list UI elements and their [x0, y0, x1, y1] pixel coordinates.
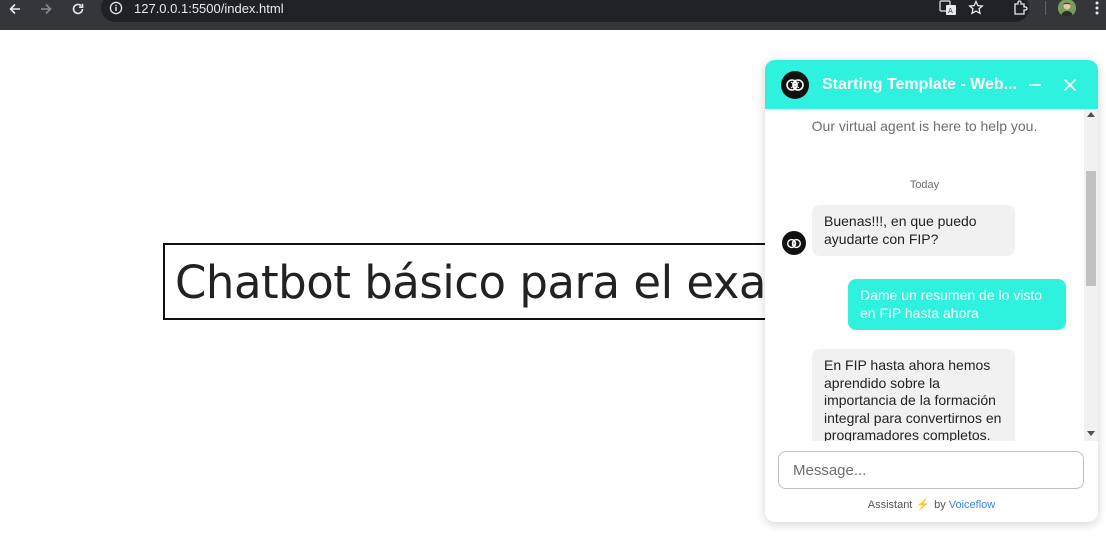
chat-footer: Assistant⚡by Voiceflow [765, 441, 1098, 522]
scroll-up-arrow-icon[interactable] [1087, 112, 1095, 117]
browser-menu-icon[interactable] [1094, 0, 1100, 21]
chat-header: Starting Template - Web... [765, 60, 1098, 109]
forward-icon[interactable] [36, 0, 56, 18]
assistant-message: En FIP hasta ahora hemos aprendido sobre… [812, 349, 1015, 441]
by-label: by [934, 499, 946, 511]
chat-title: Starting Template - Web... [822, 76, 1017, 93]
browser-toolbar: 127.0.0.1:5500/index.html A [0, 0, 1106, 30]
date-divider: Today [909, 179, 940, 191]
svg-text:A: A [948, 7, 953, 15]
toolbar-separator [1045, 1, 1046, 15]
chat-widget: Starting Template - Web... Our virtual a… [765, 60, 1098, 522]
user-message: Dame un resumen de lo visto en FIP hasta… [848, 279, 1066, 330]
assistant-logo-icon [781, 71, 809, 99]
message-input[interactable] [778, 451, 1084, 489]
heading-box: Chatbot básico para el examen [163, 243, 863, 320]
site-info-icon[interactable] [109, 1, 123, 15]
back-icon[interactable] [5, 0, 25, 18]
chat-tagline: Our virtual agent is here to help you. [811, 118, 1038, 134]
reload-icon[interactable] [68, 0, 88, 18]
scroll-down-arrow-icon[interactable] [1087, 431, 1095, 436]
profile-avatar[interactable] [1058, 0, 1076, 17]
extensions-icon[interactable] [1012, 0, 1030, 21]
chat-messages[interactable]: Our virtual agent is here to help you. T… [765, 109, 1084, 441]
close-icon[interactable] [1060, 75, 1080, 95]
bookmark-star-icon[interactable] [968, 0, 984, 21]
minimize-icon[interactable] [1025, 75, 1045, 95]
translate-icon[interactable]: A [939, 0, 957, 21]
voiceflow-link[interactable]: Voiceflow [949, 499, 995, 511]
chat-scrollbar[interactable] [1084, 109, 1098, 441]
bot-avatar-icon [782, 231, 806, 255]
lightning-icon: ⚡ [916, 499, 931, 511]
assistant-label: Assistant [867, 499, 913, 511]
assistant-message: Buenas!!!, en que puedo ayudarte con FIP… [812, 205, 1015, 256]
url-text[interactable]: 127.0.0.1:5500/index.html [134, 1, 284, 17]
powered-by: Assistant ⚡ by Voiceflow [765, 498, 1098, 511]
page-heading: Chatbot básico para el examen [175, 256, 863, 309]
scrollbar-thumb[interactable] [1086, 171, 1096, 286]
